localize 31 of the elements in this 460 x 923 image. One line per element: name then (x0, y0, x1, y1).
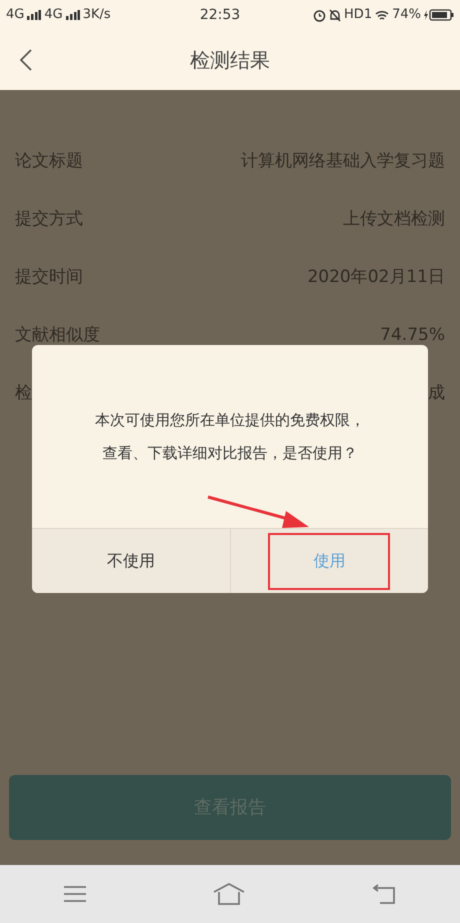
field-label: 提交方式 (15, 208, 83, 232)
battery-icon (424, 9, 454, 21)
field-value: 74.75% (380, 324, 445, 348)
field-label: 文献相似度 (15, 324, 100, 348)
field-label: 论文标题 (15, 150, 83, 174)
clock: 22:53 (198, 6, 242, 24)
page-title: 检测结果 (190, 47, 270, 74)
battery-label: 74% (392, 6, 421, 24)
return-icon[interactable] (372, 884, 396, 904)
field-value: 2020年02月11日 (307, 266, 445, 290)
back-icon (20, 49, 32, 71)
muted-bell-icon (329, 8, 342, 22)
wifi-icon (375, 10, 390, 20)
network-label: 4G (44, 6, 63, 24)
field-value: 上传文档检测 (343, 208, 445, 232)
field-value: 计算机网络基础入学复习题 (241, 150, 445, 174)
hd-label: HD1 (344, 6, 372, 24)
signal-icon (27, 10, 42, 20)
dialog-button[interactable]: 使用 (268, 532, 390, 590)
home-icon[interactable] (212, 883, 245, 905)
dialog-message: 查看、下载详细对比报告，是否使用？ (102, 442, 358, 464)
signal-icon (66, 10, 80, 20)
field-label: 提交时间 (15, 266, 83, 290)
dialog-button[interactable]: 不使用 (70, 532, 192, 590)
field-label: 检 (15, 382, 32, 406)
dialog-message: 本次可使用您所在单位提供的免费权限， (95, 410, 365, 430)
alarm-icon (313, 8, 326, 22)
speed-label: 3K/s (82, 6, 111, 24)
network-label: 4G (6, 6, 24, 24)
field-value: 成 (428, 382, 445, 406)
menu-icon[interactable] (64, 885, 86, 903)
